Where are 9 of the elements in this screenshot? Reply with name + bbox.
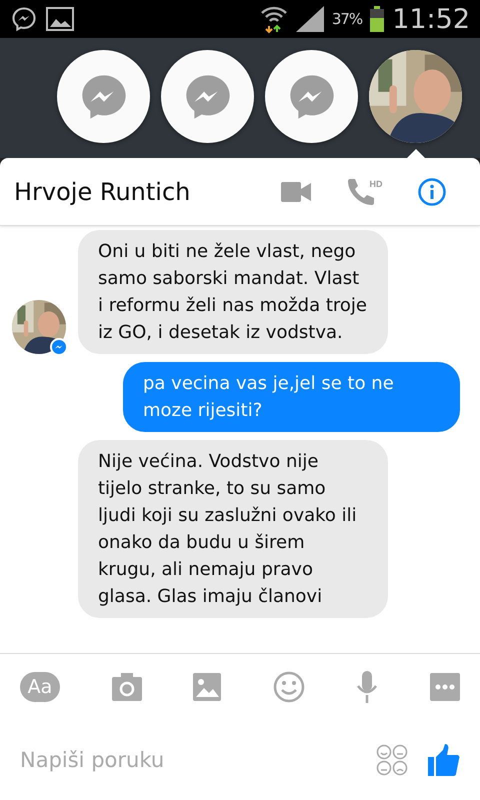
hd-label: HD	[370, 178, 382, 188]
received-message: Oni u biti ne žele vlast, nego samo saborski mandat. Vlast i reformu želi nas možda troje iz GO, i desetak iz vodstva.	[78, 230, 388, 354]
sent-message: pa vecina vas je,jel se to ne moze rijesiti?	[123, 362, 460, 432]
hd-call-button[interactable]: HD	[330, 166, 398, 216]
contact-name: Hrvoje Runtich	[14, 178, 192, 206]
clock: 11:52	[392, 4, 470, 34]
battery-percent: 37%	[332, 10, 362, 28]
text-format-button[interactable]: Aa	[20, 672, 60, 702]
received-message: Nije većina. Vodstvo nije tijelo stranke, to su samo ljudi koji su zaslužni ovako ili onako da budu u širem krugu, ali nemaju pravo glasa. Glas imaju članovi	[78, 440, 388, 618]
